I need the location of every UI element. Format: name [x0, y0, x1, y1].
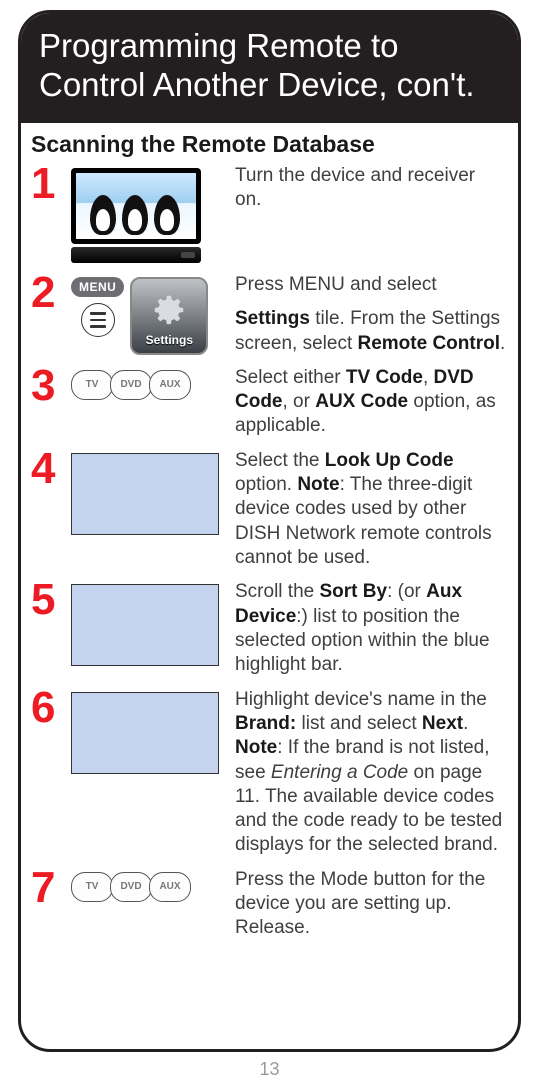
step-text: Highlight device's name in the Brand: li…: [235, 688, 506, 858]
step-3-graphic: TV DVD AUX: [67, 366, 235, 400]
step-text: Settings tile. From the Settings screen,…: [235, 307, 506, 356]
step-1-graphic: [67, 164, 235, 263]
plain-text: , or: [283, 391, 316, 412]
mode-button-dvd: DVD: [110, 872, 152, 902]
step-number: 2: [31, 271, 67, 315]
bold-text: Brand:: [235, 713, 296, 734]
mode-button-aux: AUX: [149, 370, 191, 400]
step-number: 6: [31, 686, 67, 730]
plain-text: .: [500, 333, 505, 354]
section-heading: Scanning the Remote Database: [31, 131, 508, 158]
step-4-text: Select the Look Up Code option. Note: Th…: [235, 449, 508, 571]
screen-placeholder: [71, 584, 219, 666]
bold-text: Look Up Code: [325, 450, 454, 471]
plain-text: Highlight device's name in the: [235, 689, 487, 710]
step-number: 1: [31, 162, 67, 206]
mode-button-dvd: DVD: [110, 370, 152, 400]
bold-text: Note: [235, 737, 277, 758]
step-5-graphic: [67, 580, 235, 666]
page-number: 13: [0, 1059, 539, 1080]
step-number: 5: [31, 578, 67, 622]
bold-text: TV Code: [346, 367, 423, 388]
step-3-text: Select either TV Code, DVD Code, or AUX …: [235, 366, 508, 439]
step-text: Select the Look Up Code option. Note: Th…: [235, 449, 506, 571]
manual-page: Programming Remote to Control Another De…: [0, 0, 539, 1084]
step-4: 4 Select the Look Up Code option. Note: …: [31, 449, 508, 571]
step-6-text: Highlight device's name in the Brand: li…: [235, 688, 508, 858]
step-text: Press the Mode button for the device you…: [235, 868, 506, 941]
step-text: Press MENU and select: [235, 273, 506, 297]
step-2-text: Press MENU and select Settings tile. Fro…: [235, 273, 508, 356]
step-7-text: Press the Mode button for the device you…: [235, 868, 508, 941]
settings-tile: Settings: [130, 277, 208, 355]
step-5-text: Scroll the Sort By: (or Aux Device:) lis…: [235, 580, 508, 677]
tv-illustration: [71, 168, 201, 263]
gear-icon: [150, 291, 188, 329]
step-number: 7: [31, 866, 67, 910]
mode-button-tv: TV: [71, 370, 113, 400]
step-1: 1 Turn the device and: [31, 164, 508, 263]
penguin-icon: [122, 195, 148, 235]
plain-text: list and select: [296, 713, 422, 734]
step-number: 4: [31, 447, 67, 491]
plain-text: .: [463, 713, 468, 734]
plain-text: Scroll the: [235, 581, 319, 602]
penguin-icon: [154, 195, 180, 235]
step-3: 3 TV DVD AUX Select either TV Code, DVD …: [31, 366, 508, 439]
bold-text: Settings: [235, 308, 310, 329]
plain-text: Select either: [235, 367, 346, 388]
step-6: 6 Highlight device's name in the Brand: …: [31, 688, 508, 858]
plain-text: ,: [423, 367, 434, 388]
italic-text: Entering a Code: [271, 762, 408, 783]
receiver-illustration: [71, 247, 201, 263]
step-6-graphic: [67, 688, 235, 774]
mode-button-aux: AUX: [149, 872, 191, 902]
step-number: 3: [31, 364, 67, 408]
mode-buttons: TV DVD AUX: [71, 872, 188, 902]
step-2-graphic: MENU Settings: [67, 273, 235, 355]
plain-text: option.: [235, 474, 297, 495]
page-card: Programming Remote to Control Another De…: [18, 10, 521, 1052]
page-title: Programming Remote to Control Another De…: [21, 13, 518, 123]
content-area: Scanning the Remote Database 1: [21, 123, 518, 951]
hamburger-icon: [81, 303, 115, 337]
penguin-icon: [90, 195, 116, 235]
step-5: 5 Scroll the Sort By: (or Aux Device:) l…: [31, 580, 508, 677]
mode-buttons: TV DVD AUX: [71, 370, 188, 400]
bold-text: Next: [422, 713, 463, 734]
step-text: Select either TV Code, DVD Code, or AUX …: [235, 366, 506, 439]
bold-text: Remote Control: [358, 333, 501, 354]
settings-tile-label: Settings: [146, 333, 193, 347]
bold-text: AUX Code: [315, 391, 408, 412]
step-text: Turn the device and receiver on.: [235, 164, 506, 213]
screen-placeholder: [71, 453, 219, 535]
screen-placeholder: [71, 692, 219, 774]
menu-badge: MENU: [71, 277, 124, 297]
step-7-graphic: TV DVD AUX: [67, 868, 235, 902]
bold-text: Sort By: [319, 581, 387, 602]
step-2: 2 MENU Settings Press MENU and select: [31, 273, 508, 356]
step-1-text: Turn the device and receiver on.: [235, 164, 508, 213]
step-4-graphic: [67, 449, 235, 535]
step-text: Scroll the Sort By: (or Aux Device:) lis…: [235, 580, 506, 677]
plain-text: : (or: [387, 581, 426, 602]
bold-text: Note: [297, 474, 339, 495]
mode-button-tv: TV: [71, 872, 113, 902]
step-7: 7 TV DVD AUX Press the Mode button for t…: [31, 868, 508, 941]
plain-text: Select the: [235, 450, 325, 471]
